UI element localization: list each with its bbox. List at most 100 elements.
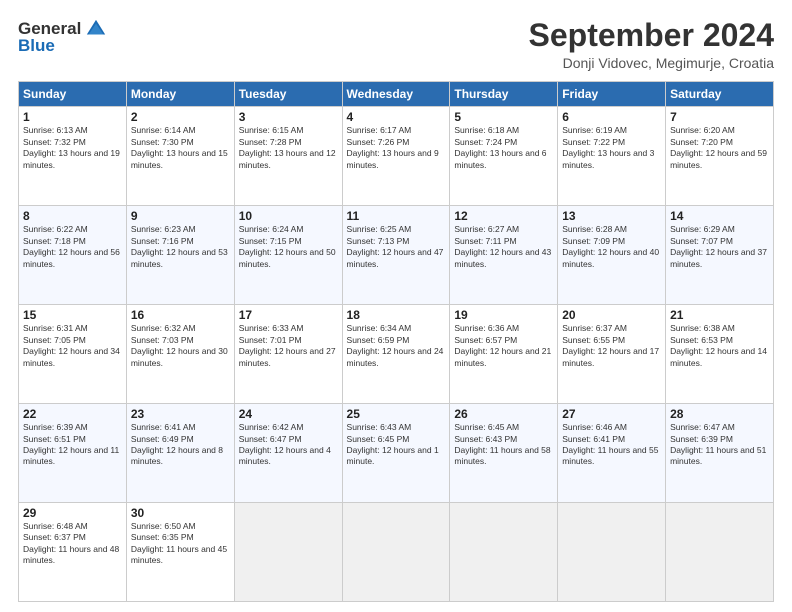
day-number: 3	[239, 110, 338, 124]
day-info: Sunrise: 6:41 AM Sunset: 6:49 PM Dayligh…	[131, 422, 230, 468]
day-info: Sunrise: 6:48 AM Sunset: 6:37 PM Dayligh…	[23, 521, 122, 567]
day-info: Sunrise: 6:24 AM Sunset: 7:15 PM Dayligh…	[239, 224, 338, 270]
calendar-cell: 6Sunrise: 6:19 AM Sunset: 7:22 PM Daylig…	[558, 107, 666, 206]
day-number: 29	[23, 506, 122, 520]
calendar-cell: 25Sunrise: 6:43 AM Sunset: 6:45 PM Dayli…	[342, 404, 450, 503]
day-number: 10	[239, 209, 338, 223]
weekday-header-wednesday: Wednesday	[342, 82, 450, 107]
calendar-cell: 4Sunrise: 6:17 AM Sunset: 7:26 PM Daylig…	[342, 107, 450, 206]
day-number: 16	[131, 308, 230, 322]
weekday-header-thursday: Thursday	[450, 82, 558, 107]
day-info: Sunrise: 6:29 AM Sunset: 7:07 PM Dayligh…	[670, 224, 769, 270]
day-number: 30	[131, 506, 230, 520]
calendar-cell: 10Sunrise: 6:24 AM Sunset: 7:15 PM Dayli…	[234, 206, 342, 305]
calendar-cell: 14Sunrise: 6:29 AM Sunset: 7:07 PM Dayli…	[666, 206, 774, 305]
calendar-cell: 12Sunrise: 6:27 AM Sunset: 7:11 PM Dayli…	[450, 206, 558, 305]
day-info: Sunrise: 6:42 AM Sunset: 6:47 PM Dayligh…	[239, 422, 338, 468]
day-number: 4	[347, 110, 446, 124]
day-info: Sunrise: 6:46 AM Sunset: 6:41 PM Dayligh…	[562, 422, 661, 468]
day-info: Sunrise: 6:33 AM Sunset: 7:01 PM Dayligh…	[239, 323, 338, 369]
day-number: 8	[23, 209, 122, 223]
day-number: 18	[347, 308, 446, 322]
day-info: Sunrise: 6:28 AM Sunset: 7:09 PM Dayligh…	[562, 224, 661, 270]
weekday-header-saturday: Saturday	[666, 82, 774, 107]
calendar-cell: 16Sunrise: 6:32 AM Sunset: 7:03 PM Dayli…	[126, 305, 234, 404]
calendar-cell: 24Sunrise: 6:42 AM Sunset: 6:47 PM Dayli…	[234, 404, 342, 503]
day-number: 22	[23, 407, 122, 421]
day-number: 12	[454, 209, 553, 223]
day-number: 6	[562, 110, 661, 124]
calendar-cell: 23Sunrise: 6:41 AM Sunset: 6:49 PM Dayli…	[126, 404, 234, 503]
calendar-cell	[234, 503, 342, 602]
day-info: Sunrise: 6:20 AM Sunset: 7:20 PM Dayligh…	[670, 125, 769, 171]
calendar-cell: 7Sunrise: 6:20 AM Sunset: 7:20 PM Daylig…	[666, 107, 774, 206]
day-number: 28	[670, 407, 769, 421]
day-info: Sunrise: 6:15 AM Sunset: 7:28 PM Dayligh…	[239, 125, 338, 171]
calendar-week-1: 1Sunrise: 6:13 AM Sunset: 7:32 PM Daylig…	[19, 107, 774, 206]
calendar-week-2: 8Sunrise: 6:22 AM Sunset: 7:18 PM Daylig…	[19, 206, 774, 305]
calendar-cell: 17Sunrise: 6:33 AM Sunset: 7:01 PM Dayli…	[234, 305, 342, 404]
day-number: 9	[131, 209, 230, 223]
day-number: 26	[454, 407, 553, 421]
calendar-cell: 13Sunrise: 6:28 AM Sunset: 7:09 PM Dayli…	[558, 206, 666, 305]
day-info: Sunrise: 6:18 AM Sunset: 7:24 PM Dayligh…	[454, 125, 553, 171]
day-number: 5	[454, 110, 553, 124]
calendar-cell: 18Sunrise: 6:34 AM Sunset: 6:59 PM Dayli…	[342, 305, 450, 404]
calendar-cell	[450, 503, 558, 602]
title-block: September 2024 Donji Vidovec, Megimurje,…	[529, 18, 774, 71]
calendar-week-5: 29Sunrise: 6:48 AM Sunset: 6:37 PM Dayli…	[19, 503, 774, 602]
calendar-cell: 26Sunrise: 6:45 AM Sunset: 6:43 PM Dayli…	[450, 404, 558, 503]
day-number: 21	[670, 308, 769, 322]
month-title: September 2024	[529, 18, 774, 53]
header: General Blue September 2024 Donji Vidove…	[18, 18, 774, 71]
calendar-cell: 28Sunrise: 6:47 AM Sunset: 6:39 PM Dayli…	[666, 404, 774, 503]
day-number: 7	[670, 110, 769, 124]
weekday-header-tuesday: Tuesday	[234, 82, 342, 107]
day-info: Sunrise: 6:27 AM Sunset: 7:11 PM Dayligh…	[454, 224, 553, 270]
day-info: Sunrise: 6:50 AM Sunset: 6:35 PM Dayligh…	[131, 521, 230, 567]
day-info: Sunrise: 6:22 AM Sunset: 7:18 PM Dayligh…	[23, 224, 122, 270]
calendar-cell: 30Sunrise: 6:50 AM Sunset: 6:35 PM Dayli…	[126, 503, 234, 602]
calendar-cell: 19Sunrise: 6:36 AM Sunset: 6:57 PM Dayli…	[450, 305, 558, 404]
day-number: 1	[23, 110, 122, 124]
calendar-cell	[558, 503, 666, 602]
day-number: 27	[562, 407, 661, 421]
calendar-cell: 11Sunrise: 6:25 AM Sunset: 7:13 PM Dayli…	[342, 206, 450, 305]
day-number: 13	[562, 209, 661, 223]
calendar-cell: 15Sunrise: 6:31 AM Sunset: 7:05 PM Dayli…	[19, 305, 127, 404]
day-number: 25	[347, 407, 446, 421]
calendar-cell: 5Sunrise: 6:18 AM Sunset: 7:24 PM Daylig…	[450, 107, 558, 206]
weekday-header-row: SundayMondayTuesdayWednesdayThursdayFrid…	[19, 82, 774, 107]
day-info: Sunrise: 6:38 AM Sunset: 6:53 PM Dayligh…	[670, 323, 769, 369]
day-info: Sunrise: 6:34 AM Sunset: 6:59 PM Dayligh…	[347, 323, 446, 369]
day-info: Sunrise: 6:23 AM Sunset: 7:16 PM Dayligh…	[131, 224, 230, 270]
day-info: Sunrise: 6:25 AM Sunset: 7:13 PM Dayligh…	[347, 224, 446, 270]
calendar-cell: 9Sunrise: 6:23 AM Sunset: 7:16 PM Daylig…	[126, 206, 234, 305]
day-number: 20	[562, 308, 661, 322]
day-info: Sunrise: 6:37 AM Sunset: 6:55 PM Dayligh…	[562, 323, 661, 369]
calendar-cell: 27Sunrise: 6:46 AM Sunset: 6:41 PM Dayli…	[558, 404, 666, 503]
calendar-cell	[342, 503, 450, 602]
day-number: 19	[454, 308, 553, 322]
page: General Blue September 2024 Donji Vidove…	[0, 0, 792, 612]
day-info: Sunrise: 6:32 AM Sunset: 7:03 PM Dayligh…	[131, 323, 230, 369]
logo-icon	[85, 18, 107, 40]
day-info: Sunrise: 6:19 AM Sunset: 7:22 PM Dayligh…	[562, 125, 661, 171]
day-number: 14	[670, 209, 769, 223]
day-info: Sunrise: 6:31 AM Sunset: 7:05 PM Dayligh…	[23, 323, 122, 369]
calendar-cell: 1Sunrise: 6:13 AM Sunset: 7:32 PM Daylig…	[19, 107, 127, 206]
day-number: 23	[131, 407, 230, 421]
calendar-cell: 3Sunrise: 6:15 AM Sunset: 7:28 PM Daylig…	[234, 107, 342, 206]
weekday-header-monday: Monday	[126, 82, 234, 107]
day-number: 17	[239, 308, 338, 322]
day-number: 24	[239, 407, 338, 421]
calendar-table: SundayMondayTuesdayWednesdayThursdayFrid…	[18, 81, 774, 602]
day-info: Sunrise: 6:47 AM Sunset: 6:39 PM Dayligh…	[670, 422, 769, 468]
logo-blue-text: Blue	[18, 36, 55, 56]
day-info: Sunrise: 6:36 AM Sunset: 6:57 PM Dayligh…	[454, 323, 553, 369]
calendar-week-4: 22Sunrise: 6:39 AM Sunset: 6:51 PM Dayli…	[19, 404, 774, 503]
day-info: Sunrise: 6:13 AM Sunset: 7:32 PM Dayligh…	[23, 125, 122, 171]
location: Donji Vidovec, Megimurje, Croatia	[529, 55, 774, 71]
day-info: Sunrise: 6:39 AM Sunset: 6:51 PM Dayligh…	[23, 422, 122, 468]
calendar-cell: 20Sunrise: 6:37 AM Sunset: 6:55 PM Dayli…	[558, 305, 666, 404]
